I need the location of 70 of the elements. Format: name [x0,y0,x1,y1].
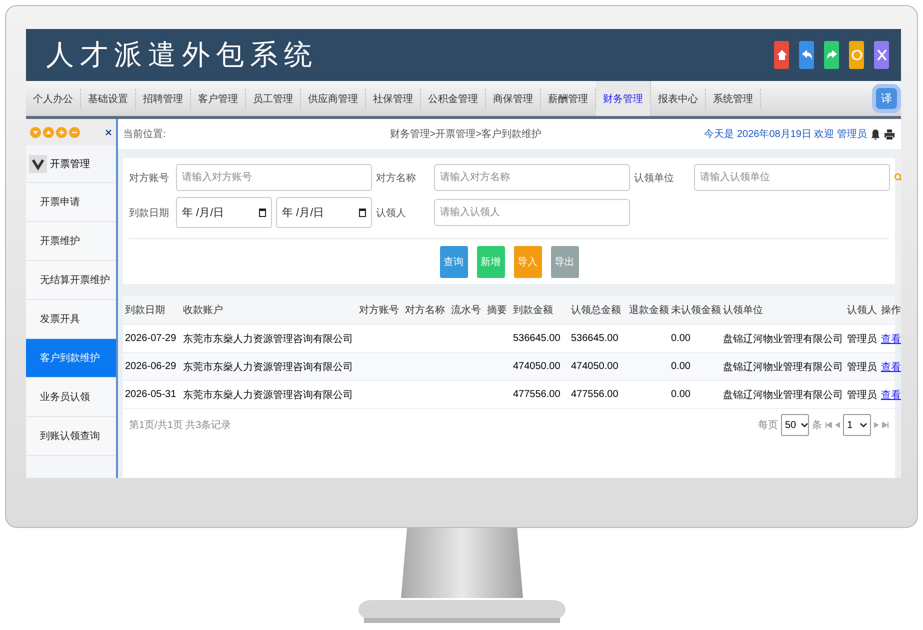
table-cell-text: 管理员 [847,388,878,402]
column-header: 对方名称 [405,304,446,317]
nav-tab[interactable]: 报表中心 [651,88,706,108]
nav-tab[interactable]: 公积金管理 [421,88,486,108]
column-header: 退款金额 [629,304,670,317]
table-cell-text: 2026-06-29 [125,361,178,372]
table-cell-text: 477556.00 [513,389,562,400]
input-field[interactable]: 请输入认领单位 [694,164,890,191]
date-field[interactable]: 年 /月/日 [276,197,372,228]
table-cell-text: 0.00 [671,389,692,400]
table-cell-text: 东莞市东燊人力资源管理咨询有限公司 [183,360,354,374]
view-link[interactable]: 查看 [881,360,901,374]
table-cell-text: 0.00 [671,361,692,372]
column-header: 到款日期 [125,304,166,317]
nav-tab[interactable]: 个人办公 [26,88,81,108]
column-header: 操作 [881,304,901,317]
breadcrumb: 财务管理>开票管理>客户到款维护 [390,128,542,141]
table-cell-text: 盘锦辽河物业管理有限公司 [723,332,844,346]
nav-tab[interactable]: 供应商管理 [301,88,366,108]
column-header: 对方账号 [359,304,400,317]
date-field[interactable]: 年 /月/日 [176,197,272,228]
input-field[interactable]: 请输入认领人 [434,199,630,226]
nav-tab[interactable]: 系统管理 [706,88,761,108]
nav-tab[interactable]: 社保管理 [366,88,421,108]
nav-tab[interactable]: 招聘管理 [136,88,191,108]
table-cell-text: 东莞市东燊人力资源管理咨询有限公司 [183,332,354,346]
column-header: 认领总金额 [571,304,622,317]
table-cell-text: 474050.00 [513,361,562,372]
table-cell-text: 东莞市东燊人力资源管理咨询有限公司 [183,388,354,402]
sidebar-item[interactable]: 客户到款维护 [26,339,116,378]
table-cell-text: 477556.00 [571,389,620,400]
greeting-text: 今天是 2026年08月19日 欢迎 管理员 [704,128,867,141]
field-label: 认领单位 [634,172,675,184]
column-header: 收款账户 [183,304,224,317]
page-select[interactable]: 1 [843,414,871,436]
table-cell-text: 536645.00 [513,333,562,344]
nav-tab[interactable]: 商保管理 [486,88,541,108]
column-header: 未认领金额 [671,304,722,317]
nav-tab[interactable]: 基础设置 [81,88,136,108]
column-header: 认领人 [847,304,878,317]
unit-label: 条 [812,419,822,432]
field-label: 对方名称 [376,172,417,184]
column-header: 认领单位 [723,304,764,317]
input-field[interactable]: 请输入对方账号 [176,164,372,191]
table-cell-text: 2026-07-29 [125,333,178,344]
table-cell-text: 2026-05-31 [125,389,178,400]
column-header: 流水号 [451,304,482,317]
table-cell-text: 474050.00 [571,361,620,372]
field-label: 对方账号 [129,172,170,184]
per-page-select[interactable]: 50 [781,414,809,436]
table-cell-text: 盘锦辽河物业管理有限公司 [723,388,844,402]
per-page-label: 每页 [758,419,778,432]
app-title: 人才派遣外包系统 [46,38,318,72]
table-cell-text: 盘锦辽河物业管理有限公司 [723,360,844,374]
column-header: 到款金额 [513,304,554,317]
nav-tab[interactable]: 财务管理 [596,81,651,116]
table-cell-text: 0.00 [671,333,692,344]
table-cell-text: 536645.00 [571,333,620,344]
field-label: 到款日期 [129,206,170,220]
location-label: 当前位置: [123,128,166,141]
table-cell-text: 管理员 [847,332,878,346]
input-field[interactable]: 请输入对方名称 [434,164,630,191]
nav-tab[interactable]: 客户管理 [191,88,246,108]
view-link[interactable]: 查看 [881,332,901,346]
field-label: 认领人 [376,206,407,220]
page-summary: 第1页/共1页 共3条记录 [129,418,232,432]
nav-tab[interactable]: 员工管理 [246,88,301,108]
column-header: 摘要 [487,304,508,317]
table-cell-text: 管理员 [847,360,878,374]
view-link[interactable]: 查看 [881,388,901,402]
